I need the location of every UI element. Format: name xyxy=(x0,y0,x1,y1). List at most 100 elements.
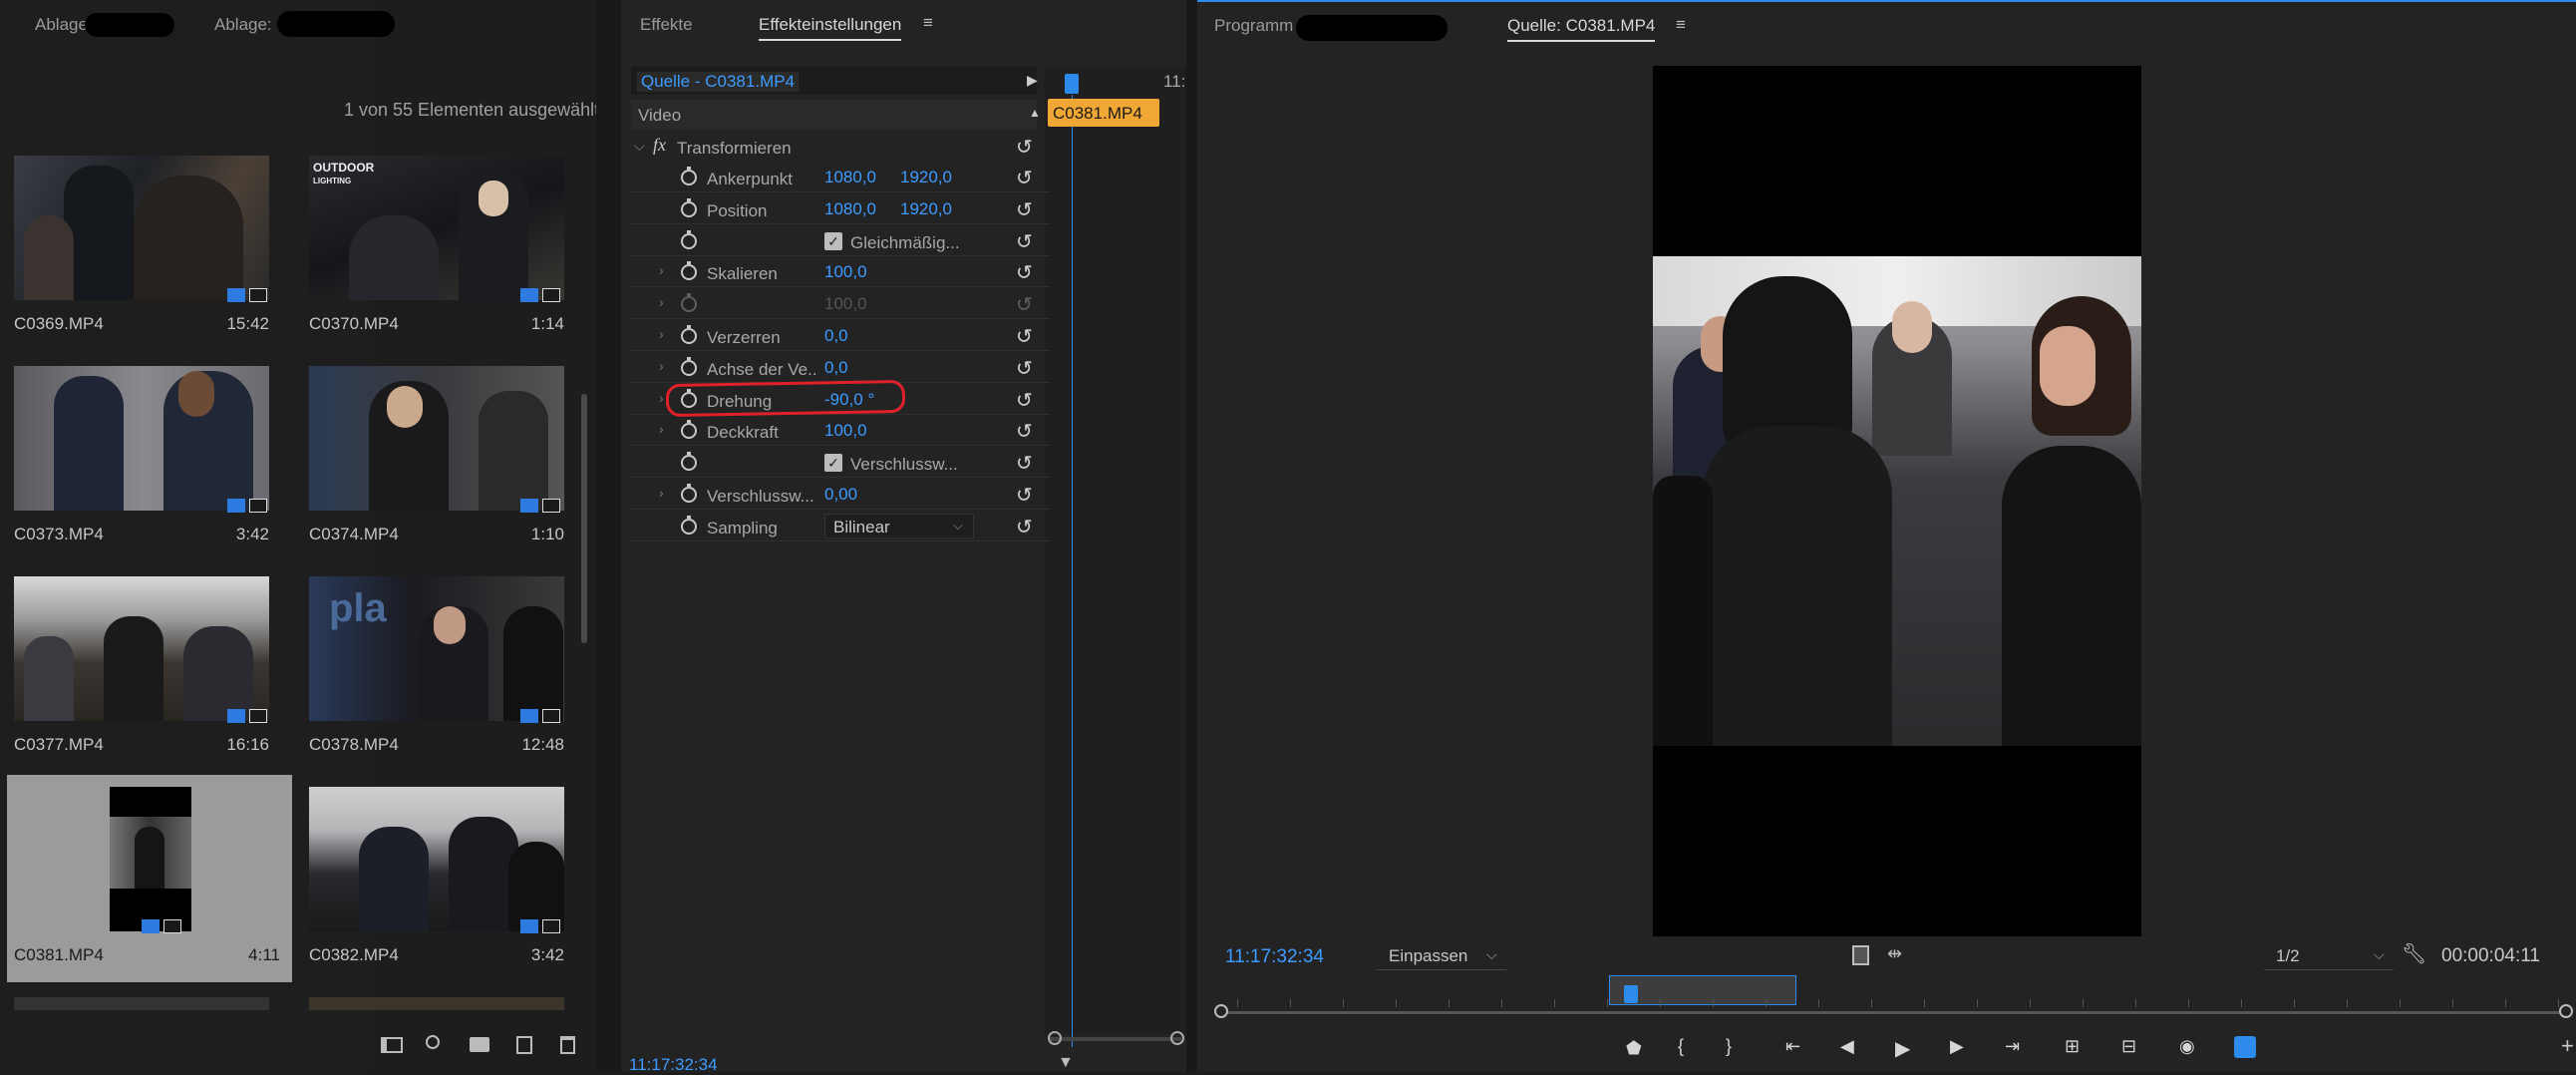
clip-tile[interactable]: C0382.MP4 3:42 xyxy=(309,787,564,991)
stopwatch-icon[interactable] xyxy=(681,484,697,503)
chevron-right-icon[interactable]: › xyxy=(659,262,664,278)
ruler-end-handle[interactable] xyxy=(2559,1004,2573,1018)
panel-menu-icon[interactable]: ≡ xyxy=(1676,15,1686,35)
toggle-proxies-icon[interactable] xyxy=(2234,1036,2256,1058)
reset-icon[interactable]: ↺ xyxy=(1016,483,1033,508)
new-item-icon[interactable] xyxy=(516,1036,532,1054)
property-value[interactable]: 0,00 xyxy=(824,485,857,505)
property-value[interactable]: 1920,0 xyxy=(900,199,952,219)
tab-effect-controls[interactable]: Effekteinstellungen xyxy=(759,15,902,41)
zoom-select[interactable]: Einpassen ⌵ xyxy=(1377,942,1506,970)
export-frame-icon[interactable]: ⇹ xyxy=(1887,943,1902,964)
folder-icon[interactable] xyxy=(470,1037,489,1052)
property-value[interactable]: 100,0 xyxy=(824,262,867,282)
current-timecode[interactable]: 11:17:32:34 xyxy=(629,1055,718,1075)
resolution-select[interactable]: 1/2 ⌵ xyxy=(2264,942,2394,970)
step-back-icon[interactable]: ◀ xyxy=(1840,1036,1854,1057)
property-value[interactable]: 0,0 xyxy=(824,358,848,378)
clip-bar[interactable]: C0381.MP4 xyxy=(1048,99,1159,127)
chevron-right-icon[interactable]: › xyxy=(659,485,664,501)
clip-tile[interactable]: C0369.MP4 15:42 xyxy=(14,156,269,360)
chevron-right-icon[interactable]: › xyxy=(659,294,664,310)
property-value[interactable]: 1080,0 xyxy=(824,168,876,187)
add-button-icon[interactable]: + xyxy=(2561,1033,2574,1059)
insert-icon[interactable]: ⊞ xyxy=(2065,1036,2080,1057)
reset-icon[interactable]: ↺ xyxy=(1016,419,1033,444)
property-value[interactable]: 100,0 xyxy=(824,294,867,314)
clip-tile-selected[interactable]: C0381.MP4 4:11 xyxy=(14,787,280,991)
list-view-icon[interactable] xyxy=(381,1037,403,1053)
scroll-up-icon[interactable]: ▲ xyxy=(1029,106,1041,120)
panel-divider[interactable] xyxy=(1186,0,1197,1072)
camera-icon[interactable]: ◉ xyxy=(2179,1036,2195,1057)
tab-effects[interactable]: Effekte xyxy=(640,15,693,35)
step-forward-icon[interactable]: ▶ xyxy=(1950,1036,1964,1057)
play-icon[interactable]: ▶ xyxy=(1895,1036,1910,1061)
ruler-start-handle[interactable] xyxy=(1214,1004,1228,1018)
chevron-right-icon[interactable]: › xyxy=(659,326,664,342)
go-to-out-icon[interactable]: ⇥ xyxy=(2005,1036,2020,1057)
zoom-handle-left[interactable] xyxy=(1048,1031,1062,1045)
source-label[interactable]: Quelle - C0381.MP4 xyxy=(637,72,800,92)
reset-icon[interactable]: ↺ xyxy=(1016,197,1033,222)
play-only-icon[interactable]: ▶ xyxy=(1027,72,1038,89)
reset-icon[interactable]: ↺ xyxy=(1016,451,1033,476)
stopwatch-icon[interactable] xyxy=(681,229,697,249)
reset-icon[interactable]: ↺ xyxy=(1016,292,1033,317)
clip-tile[interactable]: pla C0378.MP4 12:48 xyxy=(309,576,564,781)
safe-margins-icon[interactable] xyxy=(1852,945,1869,965)
reset-icon[interactable]: ↺ xyxy=(1016,135,1033,160)
clip-tile[interactable]: C0377.MP4 16:16 xyxy=(14,576,269,781)
clip-tile[interactable]: OUTDOOR LIGHTING C0370.MP4 1:14 xyxy=(309,156,564,360)
chevron-right-icon[interactable]: › xyxy=(659,358,664,374)
clip-tile[interactable]: C0373.MP4 3:42 xyxy=(14,366,269,570)
bin-tab-2[interactable]: Ablage: xyxy=(214,15,272,35)
playhead-handle[interactable] xyxy=(1065,74,1079,94)
stopwatch-icon[interactable] xyxy=(681,452,697,472)
property-value[interactable]: 1920,0 xyxy=(900,168,952,187)
panel-menu-icon[interactable]: ≡ xyxy=(923,13,933,33)
clip-tile[interactable]: C0374.MP4 1:10 xyxy=(309,366,564,570)
chevron-right-icon[interactable]: › xyxy=(659,421,664,437)
bin-scrollbar[interactable] xyxy=(581,394,587,643)
reset-icon[interactable]: ↺ xyxy=(1016,388,1033,413)
chevron-down-icon[interactable]: ⌵ xyxy=(634,138,645,155)
time-ruler[interactable] xyxy=(1221,1011,2572,1014)
tab-program[interactable]: Programm xyxy=(1214,16,1293,36)
monitor-playhead[interactable] xyxy=(1624,985,1638,1003)
reset-icon[interactable]: ↺ xyxy=(1016,166,1033,190)
bin-tab-1[interactable]: Ablage xyxy=(35,15,88,35)
property-value[interactable]: 0,0 xyxy=(824,326,848,346)
playhead-timecode[interactable]: 11:17:32:34 xyxy=(1225,946,1324,968)
transform-effect-row[interactable]: ⌵ fx Transformieren ↺ xyxy=(631,131,1037,162)
stopwatch-icon[interactable] xyxy=(681,515,697,535)
reset-icon[interactable]: ↺ xyxy=(1016,229,1033,254)
reset-icon[interactable]: ↺ xyxy=(1016,260,1033,285)
stopwatch-icon[interactable] xyxy=(681,325,697,344)
go-to-in-icon[interactable]: ⇤ xyxy=(1785,1036,1800,1057)
mark-out-icon[interactable]: } xyxy=(1726,1036,1732,1057)
stopwatch-icon[interactable] xyxy=(681,420,697,440)
wrench-icon[interactable]: 🔧︎ xyxy=(2402,941,2426,966)
tab-source[interactable]: Quelle: C0381.MP4 xyxy=(1507,16,1656,42)
search-icon[interactable] xyxy=(426,1035,440,1049)
trash-icon[interactable] xyxy=(560,1036,575,1054)
panel-divider[interactable] xyxy=(596,0,621,1072)
fx-badge[interactable]: fx xyxy=(653,135,666,156)
stopwatch-icon[interactable] xyxy=(681,356,697,376)
reset-icon[interactable]: ↺ xyxy=(1016,356,1033,381)
reset-icon[interactable]: ↺ xyxy=(1016,324,1033,349)
chevron-right-icon[interactable]: › xyxy=(659,390,664,406)
video-frame[interactable] xyxy=(1653,66,2141,936)
checkbox[interactable]: ✓ xyxy=(824,231,842,250)
property-value[interactable]: 100,0 xyxy=(824,421,867,441)
marker-icon[interactable]: ⬟ xyxy=(1626,1038,1642,1059)
reset-icon[interactable]: ↺ xyxy=(1016,515,1033,539)
checkbox[interactable]: ✓ xyxy=(824,454,842,473)
mark-in-icon[interactable]: { xyxy=(1678,1036,1684,1057)
sampling-select[interactable]: Bilinear ⌵ xyxy=(824,513,974,538)
stopwatch-icon[interactable] xyxy=(681,261,697,281)
stopwatch-icon[interactable] xyxy=(681,197,697,217)
stopwatch-icon[interactable] xyxy=(681,167,697,185)
overwrite-icon[interactable]: ⊟ xyxy=(2121,1036,2136,1057)
